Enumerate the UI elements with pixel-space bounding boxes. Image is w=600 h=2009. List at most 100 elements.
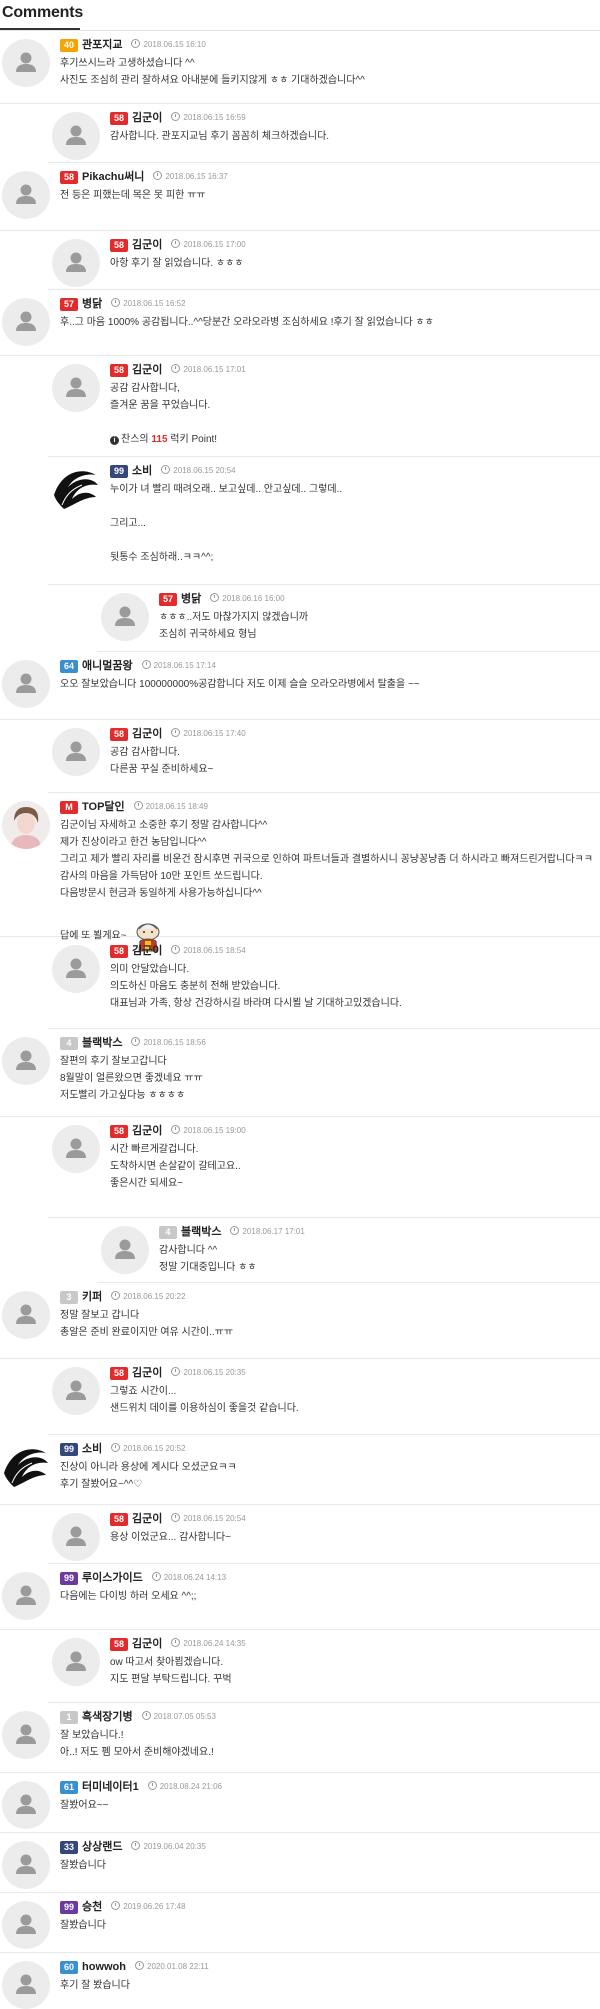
level-badge: 99 — [60, 1571, 78, 1585]
comment-text: 잘봤습니다 — [60, 1860, 106, 1871]
avatar[interactable] — [101, 593, 149, 641]
comment-line: 저도빨리 가고싶다능 ㅎㅎㅎㅎ — [60, 1087, 203, 1104]
comment-text: 다음에는 다이빙 하러 오세요 ^^;; — [60, 1591, 197, 1602]
timestamp-text: 2018.06.15 16:37 — [165, 172, 228, 182]
author-name[interactable]: 김군이 — [132, 1123, 162, 1139]
avatar[interactable] — [52, 465, 100, 513]
timestamp-text: 2018.06.15 17:00 — [183, 240, 246, 250]
avatar[interactable] — [2, 171, 50, 219]
comment-line: 의도하신 마음도 충분히 전해 받았습니다. — [110, 978, 402, 995]
avatar[interactable] — [52, 364, 100, 412]
timestamp-text: 2018.07.05 05:53 — [153, 1712, 216, 1722]
clock-icon — [151, 1572, 161, 1582]
comment-timestamp: 2020.01.08 22:11 — [135, 1959, 209, 1975]
comment-line: 정말 기대중입니다 ㅎㅎ — [159, 1259, 257, 1276]
avatar[interactable] — [52, 1638, 100, 1686]
author-name[interactable]: 관포지교 — [82, 37, 122, 53]
level-badge: 58 — [110, 727, 128, 741]
avatar[interactable] — [2, 1961, 50, 2009]
avatar[interactable] — [52, 1513, 100, 1561]
author-name[interactable]: 소비 — [132, 463, 152, 479]
author-name[interactable]: 애니멀꿈왕 — [82, 658, 133, 674]
comment-line: 총알은 준비 완료이지만 여유 시간이..ㅠㅠ — [60, 1324, 233, 1341]
author-name[interactable]: 김군이 — [132, 1365, 162, 1381]
reply-item: 58 김군이 2018.06.15 16:59 감사합니다. 관포지교님 후기 꼼꼼히… — [48, 104, 600, 163]
author-name[interactable]: 김군이 — [132, 1511, 162, 1527]
avatar[interactable] — [52, 239, 100, 287]
author-name[interactable]: 블랙박스 — [181, 1224, 221, 1240]
author-name[interactable]: 승천 — [82, 1899, 102, 1915]
timestamp-text: 2018.08.24 21:06 — [159, 1782, 222, 1792]
author-name[interactable]: 병닭 — [82, 296, 102, 312]
avatar[interactable] — [2, 1443, 50, 1491]
author-name[interactable]: 블랙박스 — [82, 1035, 122, 1051]
avatar[interactable] — [52, 945, 100, 993]
avatar[interactable] — [2, 1711, 50, 1759]
avatar[interactable] — [52, 1367, 100, 1415]
clock-icon — [210, 593, 220, 603]
author-name[interactable]: 김군이 — [132, 237, 162, 253]
timestamp-text: 2018.06.15 19:00 — [183, 1126, 246, 1136]
author-name[interactable]: 병닭 — [181, 591, 201, 607]
reply-item: 58 김군이 2018.06.15 20:35 그렇죠 시간이... 샌드위치 데이를 … — [48, 1359, 600, 1435]
author-name[interactable]: 키퍼 — [82, 1289, 102, 1305]
comment-text: ow 따고서 찾아뵙겠습니다. — [110, 1657, 224, 1668]
author-name[interactable]: TOP달인 — [82, 799, 125, 815]
author-name[interactable]: 김군이 — [132, 110, 162, 126]
author-name[interactable]: 터미네이터1 — [82, 1779, 139, 1795]
comment-item: 61 터미네이터1 2018.08.24 21:06 잘봤어요~~ — [0, 1773, 600, 1833]
comment-timestamp: 2018.06.15 20:22 — [111, 1289, 186, 1305]
author-name[interactable]: 흑색장기병 — [82, 1709, 133, 1725]
author-name[interactable]: 김군이 — [132, 943, 162, 959]
avatar[interactable] — [2, 660, 50, 708]
comment-text: 다른꿈 꾸실 준비하세요~ — [110, 764, 214, 775]
comment-body: 감사합니다 ^^ 정말 기대중입니다 ㅎㅎ — [159, 1242, 257, 1276]
comment-text: 진상이 아니라 용상에 계시다 오셨군요ㅋㅋ — [60, 1462, 237, 1473]
comment-text: 오오 잘보았습니다 100000000%공감합니다 저도 이제 슬슬 오라오라병… — [60, 679, 420, 690]
comment-body: 잘편의 후기 잘보고갑니다 8월말이 얼른왔으면 좋겠네요 ㅠㅠ 저도빨리 가고싶다… — [60, 1053, 203, 1104]
author-name[interactable]: howwoh — [82, 1959, 126, 1975]
author-name[interactable]: 소비 — [82, 1441, 102, 1457]
comment-line: 잘봤어요~~ — [60, 1797, 108, 1814]
comment-timestamp: 2018.06.15 16:10 — [131, 37, 206, 53]
level-badge: 57 — [159, 592, 177, 606]
avatar[interactable] — [2, 801, 50, 849]
author-name[interactable]: 김군이 — [132, 726, 162, 742]
avatar[interactable] — [2, 1037, 50, 1085]
comment-item: 33 상상랜드 2019.06.04 20:35 잘봤습니다 — [0, 1833, 600, 1893]
author-name[interactable]: 상상랜드 — [82, 1839, 122, 1855]
timestamp-text: 2018.06.15 20:22 — [123, 1292, 186, 1302]
author-name[interactable]: Pikachu써니 — [82, 169, 144, 185]
comment-line: 의미 안달았습니다. — [110, 961, 402, 978]
comment-body: 그렇죠 시간이... 샌드위치 데이를 이용하심이 좋을것 같습니다. — [110, 1383, 299, 1417]
level-badge: 58 — [60, 170, 78, 184]
avatar[interactable] — [52, 728, 100, 776]
point-suffix: 럭키 Point! — [167, 434, 218, 445]
avatar[interactable] — [2, 39, 50, 87]
avatar[interactable] — [52, 112, 100, 160]
avatar[interactable] — [2, 1781, 50, 1829]
clock-icon — [171, 1125, 181, 1135]
avatar[interactable] — [2, 1572, 50, 1620]
comment-line: 도착하시면 손살같이 갈테고요.. — [110, 1158, 241, 1175]
avatar[interactable] — [101, 1226, 149, 1274]
avatar[interactable] — [2, 1291, 50, 1339]
author-name[interactable]: 김군이 — [132, 1636, 162, 1652]
avatar[interactable] — [2, 298, 50, 346]
author-name[interactable]: 루이스가이드 — [82, 1570, 143, 1586]
level-badge: 99 — [110, 464, 128, 478]
comment-text: 김군이님 자세하고 소중한 후기 정말 감사합니다^^ — [60, 820, 268, 831]
point-prefix: 찬스의 — [121, 434, 152, 445]
level-badge: 60 — [60, 1960, 78, 1974]
comment-body: 누이가 녀 빨리 때려오래.. 보고싶데.. 안고싶데.. 그렇데.. 그리고..… — [110, 481, 342, 566]
avatar[interactable] — [52, 1125, 100, 1173]
comments-header: Comments — [0, 0, 600, 31]
avatar[interactable] — [2, 1901, 50, 1949]
comment-text: 즐겨운 꿈을 꾸었습니다. — [110, 400, 211, 411]
avatar[interactable] — [2, 1841, 50, 1889]
level-badge: 99 — [60, 1442, 78, 1456]
timestamp-text: 2018.06.16 16:00 — [222, 594, 285, 604]
author-name[interactable]: 김군이 — [132, 362, 162, 378]
comment-line: 후기 잘 봤습니다 — [60, 1977, 130, 1994]
comment-meta: 57 병닭 2018.06.16 16:00 — [159, 591, 285, 607]
